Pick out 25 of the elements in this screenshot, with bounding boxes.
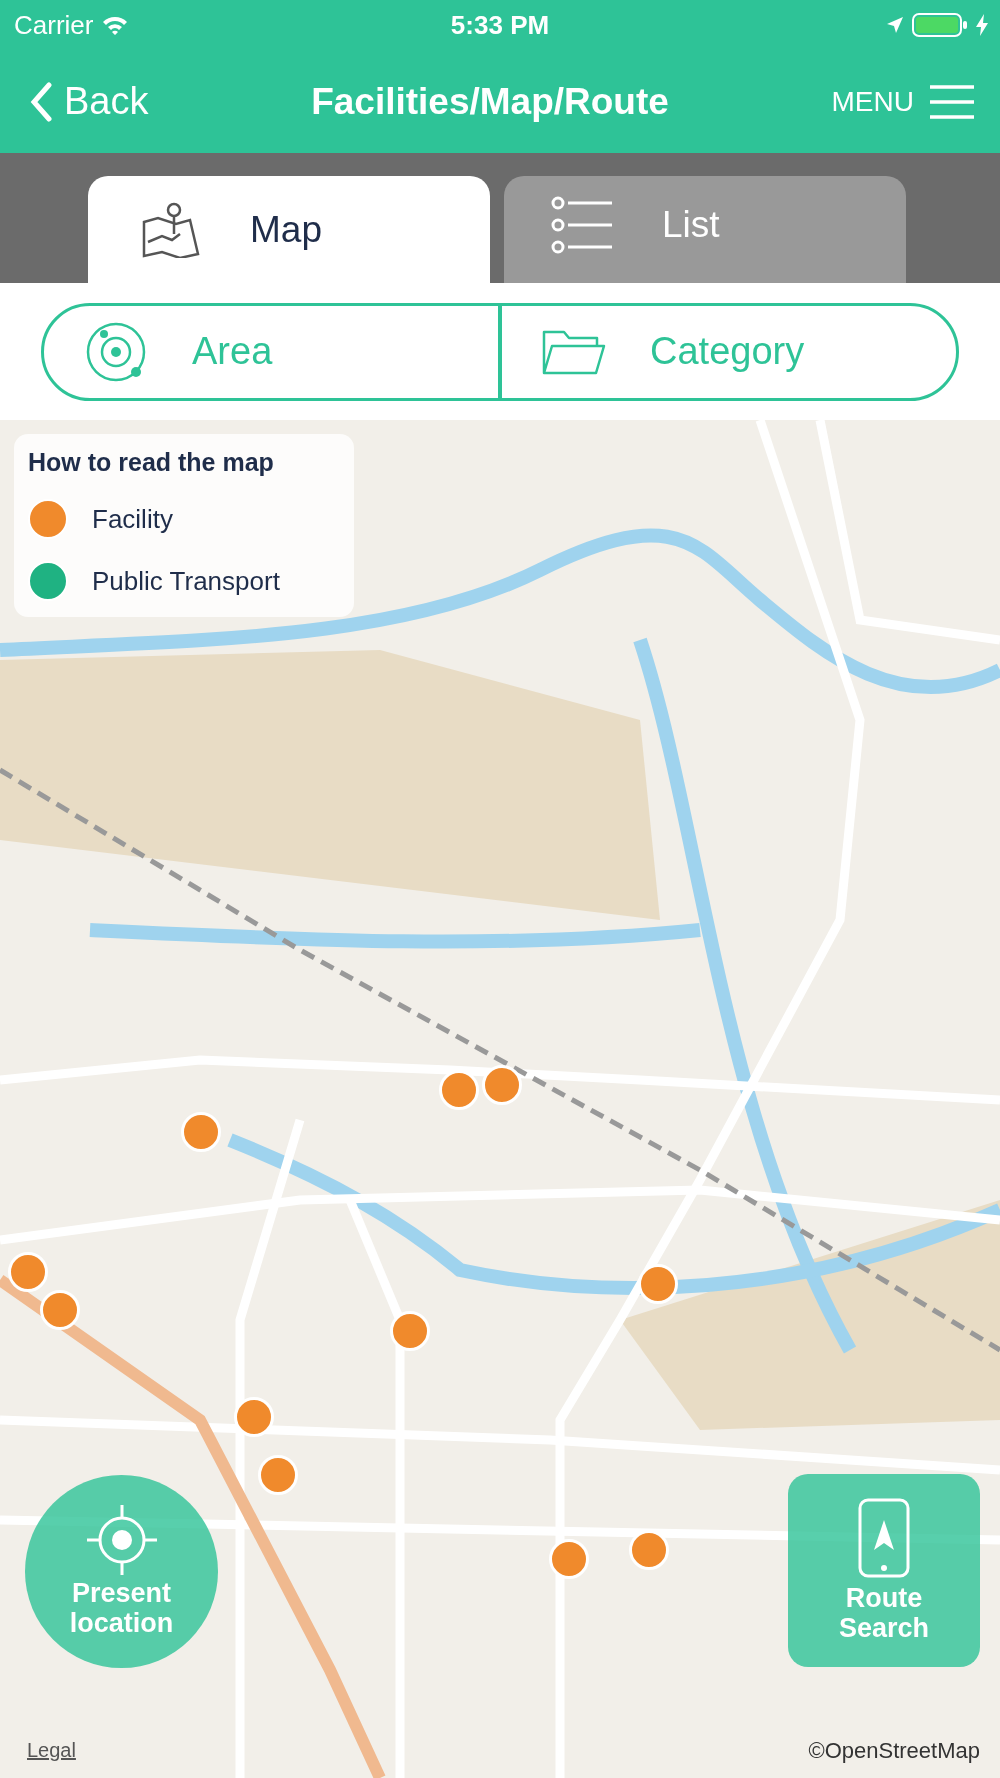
crosshair-icon	[86, 1504, 157, 1575]
battery-icon	[912, 13, 968, 37]
phone-navigation-icon	[858, 1497, 910, 1578]
page-title: Facilities/Map/Route	[311, 80, 669, 123]
filter-button[interactable]: Area	[44, 305, 498, 398]
chevron-left-icon	[30, 81, 52, 122]
charging-bolt-icon	[976, 14, 988, 36]
back-button[interactable]: Back	[30, 80, 149, 123]
menu-button[interactable]: MENU	[831, 83, 974, 120]
view-tab[interactable]: List	[504, 176, 906, 283]
legend-title: How to read the map	[28, 448, 275, 477]
map-attribution: ©OpenStreetMap	[808, 1738, 980, 1764]
legal-link[interactable]: Legal	[27, 1739, 76, 1762]
legend-label: Facility	[92, 503, 173, 535]
location-arrow-icon	[886, 16, 904, 34]
route-search-button[interactable]: Route Search	[788, 1474, 980, 1667]
legend-label: Public Transport	[92, 565, 280, 597]
filter-button[interactable]: Category	[498, 305, 956, 398]
carrier-name: Carrier	[14, 9, 94, 41]
status-time: 5:33 PM	[450, 9, 550, 41]
menu-icon	[930, 83, 974, 120]
folder-icon	[542, 328, 606, 375]
wifi-icon	[101, 15, 130, 35]
list-icon	[550, 194, 612, 255]
view-tab[interactable]: Map	[88, 176, 490, 283]
